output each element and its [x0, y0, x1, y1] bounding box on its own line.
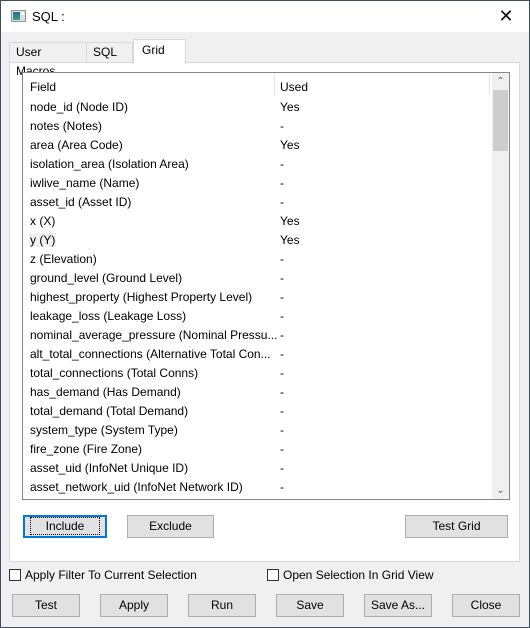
field-cell: leakage_loss (Leakage Loss)	[30, 309, 187, 323]
field-cell: y (Y)	[29, 233, 57, 247]
used-cell: Yes	[280, 138, 300, 152]
column-separator[interactable]	[274, 74, 275, 96]
include-button[interactable]: Include	[23, 515, 107, 538]
field-cell: node_id (Node ID)	[30, 100, 129, 114]
table-row[interactable]: x (X) Yes	[23, 212, 493, 231]
used-cell: -	[280, 176, 284, 190]
table-row[interactable]: node_id (Node ID) Yes	[23, 98, 493, 117]
vertical-scrollbar[interactable]: ⌃ ⌄	[492, 73, 509, 499]
scrollbar-thumb[interactable]	[493, 90, 508, 151]
used-cell: -	[280, 480, 284, 494]
app-icon	[11, 10, 26, 22]
used-cell: -	[280, 252, 284, 266]
field-cell: has_demand (Has Demand)	[30, 385, 181, 399]
table-row[interactable]: leakage_loss (Leakage Loss) -	[23, 307, 493, 326]
close-button[interactable]: Close	[452, 594, 520, 617]
window-title: SQL :	[32, 9, 65, 24]
test-grid-button[interactable]: Test Grid	[405, 515, 508, 538]
used-cell: -	[280, 442, 284, 456]
table-row[interactable]: asset_uid (InfoNet Unique ID) -	[23, 459, 493, 478]
used-cell: -	[280, 366, 284, 380]
field-cell: notes (Notes)	[30, 119, 103, 133]
table-row[interactable]: asset_id (Asset ID) -	[23, 193, 493, 212]
used-cell: -	[280, 347, 284, 361]
field-cell: x (X)	[30, 214, 56, 228]
tab-sql[interactable]: SQL	[86, 42, 133, 62]
field-cell: alt_total_connections (Alternative Total…	[30, 347, 271, 361]
table-row[interactable]: iwlive_name (Name) -	[23, 174, 493, 193]
exclude-button[interactable]: Exclude	[127, 515, 214, 538]
field-cell: system_type (System Type)	[30, 423, 178, 437]
field-cell: asset_id (Asset ID)	[30, 195, 132, 209]
table-row[interactable]: system_type (System Type) -	[23, 421, 493, 440]
used-cell: Yes	[280, 100, 300, 114]
field-cell: nominal_average_pressure (Nominal Pressu…	[30, 328, 278, 342]
used-cell: -	[280, 404, 284, 418]
field-cell: z (Elevation)	[30, 252, 97, 266]
table-row[interactable]: area (Area Code) Yes	[23, 136, 493, 155]
apply-filter-option[interactable]: Apply Filter To Current Selection	[9, 568, 197, 582]
table-row[interactable]: alt_total_connections (Alternative Total…	[23, 345, 493, 364]
test-button[interactable]: Test	[12, 594, 80, 617]
apply-filter-label: Apply Filter To Current Selection	[25, 568, 197, 582]
apply-button[interactable]: Apply	[100, 594, 168, 617]
tab-user-macros[interactable]: User Macros	[9, 42, 87, 78]
field-cell: asset_uid (InfoNet Unique ID)	[30, 461, 189, 475]
table-row[interactable]: total_connections (Total Conns) -	[23, 364, 493, 383]
tab-grid[interactable]: Grid	[133, 39, 186, 64]
field-cell: highest_property (Highest Property Level…	[30, 290, 253, 304]
used-cell: Yes	[280, 214, 300, 228]
table-row[interactable]: notes (Notes) -	[23, 117, 493, 136]
used-cell: -	[280, 290, 284, 304]
field-cell: ground_level (Ground Level)	[30, 271, 183, 285]
table-row[interactable]: isolation_area (Isolation Area) -	[23, 155, 493, 174]
open-selection-label: Open Selection In Grid View	[283, 568, 434, 582]
table-row[interactable]: ground_level (Ground Level) -	[23, 269, 493, 288]
used-cell: -	[280, 157, 284, 171]
field-cell: area (Area Code)	[30, 138, 123, 152]
used-cell: -	[280, 461, 284, 475]
scroll-up-icon[interactable]: ⌃	[492, 73, 509, 90]
used-cell: -	[280, 328, 284, 342]
used-cell: -	[280, 309, 284, 323]
title-bar: SQL : ✕	[1, 1, 529, 32]
field-cell: total_demand (Total Demand)	[30, 404, 189, 418]
table-row[interactable]: total_demand (Total Demand) -	[23, 402, 493, 421]
table-row[interactable]: z (Elevation) -	[23, 250, 493, 269]
open-selection-option[interactable]: Open Selection In Grid View	[267, 568, 434, 582]
save-button[interactable]: Save	[276, 594, 344, 617]
run-button[interactable]: Run	[188, 594, 256, 617]
column-header-used[interactable]: Used	[280, 80, 308, 94]
open-selection-checkbox[interactable]	[267, 569, 279, 581]
table-row[interactable]: y (Y) Yes	[23, 231, 493, 250]
table-row[interactable]: fire_zone (Fire Zone) -	[23, 440, 493, 459]
table-row[interactable]: nominal_average_pressure (Nominal Pressu…	[23, 326, 493, 345]
field-cell: fire_zone (Fire Zone)	[30, 442, 143, 456]
close-icon[interactable]: ✕	[483, 1, 529, 32]
used-cell: -	[280, 195, 284, 209]
field-cell: isolation_area (Isolation Area)	[30, 157, 189, 171]
column-header-field[interactable]: Field	[30, 80, 56, 94]
field-grid: Field Used node_id (Node ID) Yes notes (No…	[22, 72, 510, 500]
field-cell: asset_network_uid (InfoNet Network ID)	[30, 480, 243, 494]
scroll-down-icon[interactable]: ⌄	[492, 482, 509, 499]
used-cell: Yes	[280, 233, 300, 247]
table-row[interactable]: has_demand (Has Demand) -	[23, 383, 493, 402]
field-cell: iwlive_name (Name)	[30, 176, 140, 190]
grid-header: Field Used	[23, 73, 493, 98]
used-cell: -	[280, 271, 284, 285]
save-as-button[interactable]: Save As...	[364, 594, 432, 617]
sql-dialog: SQL : ✕ User Macros SQL Grid Field Used …	[0, 0, 530, 628]
include-label: Include	[29, 517, 101, 535]
used-cell: -	[280, 423, 284, 437]
used-cell: -	[280, 385, 284, 399]
used-cell: -	[280, 119, 284, 133]
table-row[interactable]: asset_network_uid (InfoNet Network ID) -	[23, 478, 493, 497]
table-row[interactable]: highest_property (Highest Property Level…	[23, 288, 493, 307]
column-separator[interactable]	[489, 74, 490, 96]
apply-filter-checkbox[interactable]	[9, 569, 21, 581]
field-cell: total_connections (Total Conns)	[30, 366, 199, 380]
